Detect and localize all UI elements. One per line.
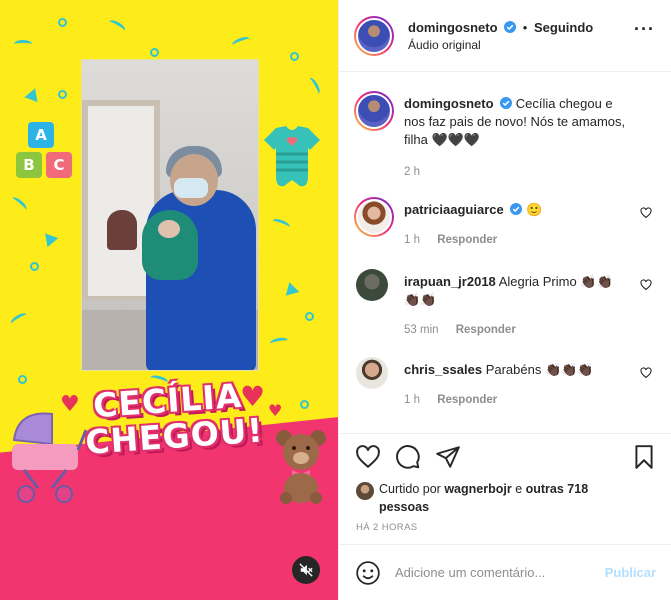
share-send-icon[interactable] — [435, 444, 461, 470]
post-header: domingosneto • Seguindo Áudio original ·… — [339, 0, 671, 72]
commenter-avatar[interactable] — [354, 197, 394, 237]
speaker-muted-icon — [299, 563, 313, 577]
cecilia-chegou-title: CECÍLIA CHEGOU! — [82, 376, 265, 462]
post-timestamp[interactable]: HÁ 2 HORAS — [356, 522, 418, 533]
confetti — [282, 280, 300, 296]
caption-time: 2 h — [404, 166, 420, 178]
author-username[interactable]: domingosneto — [408, 20, 498, 35]
reply-button[interactable]: Responder — [437, 234, 497, 246]
comment-time: 1 h — [404, 394, 420, 406]
liker-username[interactable]: wagnerbojr — [444, 482, 511, 496]
letter-block-b: B — [16, 152, 42, 178]
separator-dot: • — [522, 19, 528, 35]
confetti — [150, 48, 159, 57]
confetti — [18, 375, 27, 384]
likes-summary: Curtido por wagnerbojr e outras 718 pess… — [356, 480, 639, 516]
commenter-username[interactable]: patriciaaguiarce — [404, 202, 504, 217]
commenter-avatar[interactable] — [356, 357, 388, 389]
verified-badge-icon — [500, 97, 513, 109]
like-heart-icon[interactable] — [355, 444, 381, 470]
comment-time: 53 min — [404, 324, 439, 336]
commenter-avatar[interactable] — [356, 269, 388, 301]
confetti — [9, 195, 29, 213]
confetti — [24, 85, 42, 103]
confetti — [58, 18, 67, 27]
more-options-icon[interactable]: ··· — [634, 20, 655, 38]
confetti — [30, 262, 39, 271]
liked-by-connector: e — [515, 482, 523, 496]
confetti — [290, 52, 299, 61]
confetti — [269, 336, 289, 348]
comment-bubble-icon[interactable] — [395, 444, 421, 470]
stroller-illustration — [12, 412, 88, 503]
verified-badge-icon — [504, 20, 517, 33]
bookmark-save-icon[interactable] — [631, 444, 657, 470]
letter-block-c: C — [46, 152, 72, 178]
confetti — [107, 18, 127, 34]
commenter-username[interactable]: chris_ssales — [404, 362, 482, 377]
comment-input[interactable] — [395, 565, 591, 580]
comments-list[interactable]: domingosneto Cecília chegou e nos faz pa… — [339, 73, 671, 433]
confetti — [58, 90, 67, 99]
post-actions: Curtido por wagnerbojr e outras 718 pess… — [339, 433, 671, 543]
baby-onesie-illustration — [264, 126, 320, 187]
caption-username[interactable]: domingosneto — [404, 96, 494, 111]
letter-block-a: A — [28, 122, 54, 148]
add-comment-bar: Publicar — [339, 544, 671, 600]
heart-icon: ♥ — [268, 401, 283, 420]
confetti — [231, 35, 251, 49]
confetti — [300, 400, 309, 409]
comment-time: 1 h — [404, 234, 420, 246]
mute-button[interactable] — [292, 556, 320, 584]
emoji-smiley-icon[interactable] — [355, 560, 381, 586]
liker-avatar[interactable] — [356, 482, 374, 500]
reply-button[interactable]: Responder — [437, 394, 497, 406]
author-avatar[interactable] — [354, 91, 394, 131]
confetti — [305, 312, 314, 321]
confetti — [39, 228, 59, 248]
commenter-username[interactable]: irapuan_jr2018 — [404, 274, 496, 289]
comment-text: Parabéns 👏🏿👏🏿👏🏿 — [485, 362, 594, 377]
heart-like-icon[interactable] — [640, 367, 652, 379]
reply-button[interactable]: Responder — [456, 324, 516, 336]
post-side-panel: domingosneto • Seguindo Áudio original ·… — [338, 0, 671, 600]
author-avatar[interactable] — [354, 15, 394, 56]
liked-by-prefix: Curtido por — [379, 482, 441, 496]
post-media[interactable]: A B C ♥ ♥ ♥ ♥ CECÍLIA CHEGOU! — [0, 0, 338, 600]
comment-text: 🙂 — [525, 202, 543, 217]
confetti — [271, 217, 291, 231]
publish-button[interactable]: Publicar — [605, 565, 656, 580]
confetti — [14, 40, 32, 48]
heart-like-icon[interactable] — [640, 207, 652, 219]
confetti — [9, 311, 29, 327]
hospital-photo — [81, 59, 259, 371]
verified-badge-icon — [510, 203, 523, 215]
confetti — [306, 76, 322, 96]
heart-like-icon[interactable] — [640, 279, 652, 291]
audio-link[interactable]: Áudio original — [408, 38, 593, 52]
teddy-bear-illustration — [276, 430, 326, 504]
following-button[interactable]: Seguindo — [534, 20, 593, 35]
